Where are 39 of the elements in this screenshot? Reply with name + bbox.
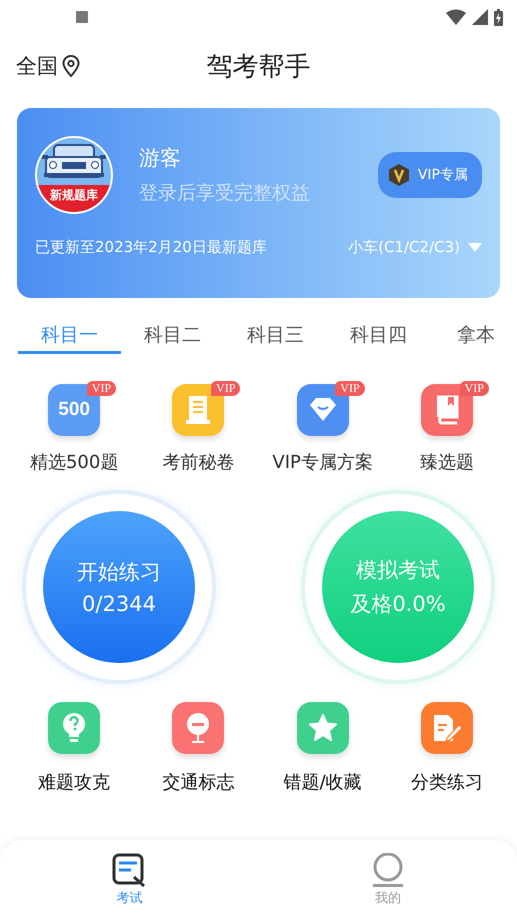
- battery-icon: [494, 8, 503, 26]
- icon-number: 500: [58, 399, 90, 421]
- feature-label[interactable]: 考前秘卷: [162, 450, 234, 474]
- vip-badge: VIP: [460, 381, 489, 396]
- user-name: 游客: [139, 145, 182, 172]
- feature-label[interactable]: 精选500题: [30, 450, 118, 474]
- subject-tab[interactable]: 拿本: [430, 322, 495, 354]
- diamond-icon: [308, 397, 338, 423]
- tool-label[interactable]: 分类练习: [410, 770, 483, 794]
- feature-label[interactable]: VIP专属方案: [272, 450, 373, 474]
- profile-icon: [372, 853, 404, 887]
- avatar-caption: 新规题库: [37, 185, 111, 212]
- vip-hexagon-icon: [388, 163, 410, 187]
- notification-icon: [76, 11, 88, 23]
- document-icon: [184, 394, 212, 426]
- vip-badge: VIP: [86, 381, 116, 396]
- exam-icon: [112, 853, 146, 887]
- subject-tab[interactable]: 科目四: [327, 322, 430, 354]
- location-pin-icon[interactable]: [62, 55, 80, 77]
- feature-label[interactable]: 臻选题: [420, 450, 474, 474]
- star-icon[interactable]: [296, 702, 349, 754]
- caret-icon: [468, 243, 482, 252]
- tool-label[interactable]: 交通标志: [162, 770, 234, 794]
- update-note: 已更新至2023年2月20日最新题库: [35, 238, 267, 257]
- tool-label[interactable]: 难题攻克: [38, 770, 110, 794]
- vip-badge: VIP: [335, 381, 365, 396]
- vip-badge: VIP: [211, 381, 240, 396]
- subject-tab[interactable]: 科目三: [224, 322, 327, 354]
- note-edit-icon[interactable]: [420, 702, 473, 754]
- avatar[interactable]: 新规题库: [35, 136, 113, 214]
- subject-tab[interactable]: 科目二: [121, 322, 224, 354]
- sign-icon[interactable]: [172, 702, 224, 754]
- start-practice-button[interactable]: 开始练习 0/2344: [43, 511, 195, 663]
- app-title: 驾考帮手: [206, 50, 310, 84]
- signal-icon: [472, 9, 488, 25]
- tool-label[interactable]: 错题/收藏: [284, 770, 362, 794]
- lightbulb-icon[interactable]: [48, 702, 100, 754]
- wifi-icon: [446, 9, 466, 25]
- location-label[interactable]: 全国: [16, 52, 58, 80]
